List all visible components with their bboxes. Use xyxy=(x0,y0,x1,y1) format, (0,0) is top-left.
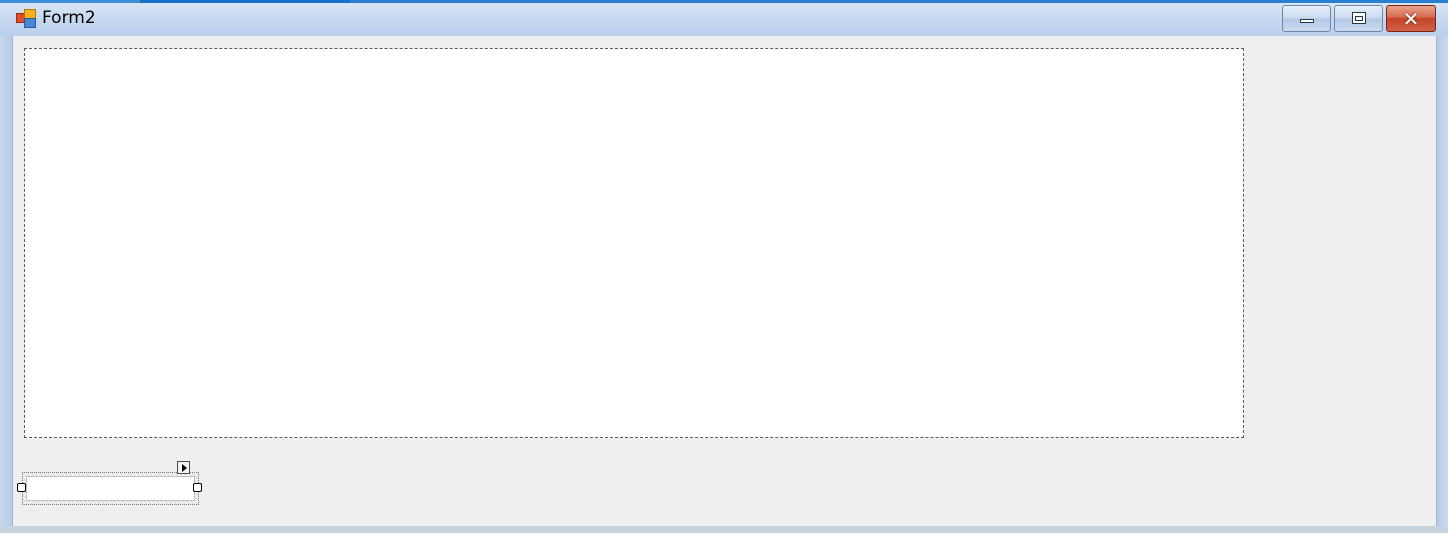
maximize-button[interactable] xyxy=(1334,5,1383,32)
resize-handle-left[interactable] xyxy=(17,483,26,492)
close-button[interactable]: ✕ xyxy=(1386,5,1436,32)
designer-panel[interactable] xyxy=(24,48,1244,438)
resize-handle-right[interactable] xyxy=(193,483,202,492)
minimize-icon xyxy=(1300,19,1314,23)
window-bottom-border xyxy=(0,526,1448,533)
textbox-selection-frame[interactable] xyxy=(22,472,199,505)
designer-window: Form2 ✕ xyxy=(0,0,1448,533)
close-icon: ✕ xyxy=(1402,6,1420,31)
window-left-border xyxy=(0,36,12,526)
windows-form-icon xyxy=(16,9,36,28)
minimize-button[interactable] xyxy=(1282,5,1331,32)
text-input[interactable] xyxy=(26,476,195,501)
title-bar[interactable]: Form2 ✕ xyxy=(0,3,1448,36)
maximize-icon xyxy=(1352,12,1366,24)
window-right-border xyxy=(1437,36,1448,526)
window-title: Form2 xyxy=(42,8,96,28)
smart-tag-arrow-icon[interactable] xyxy=(177,461,190,474)
